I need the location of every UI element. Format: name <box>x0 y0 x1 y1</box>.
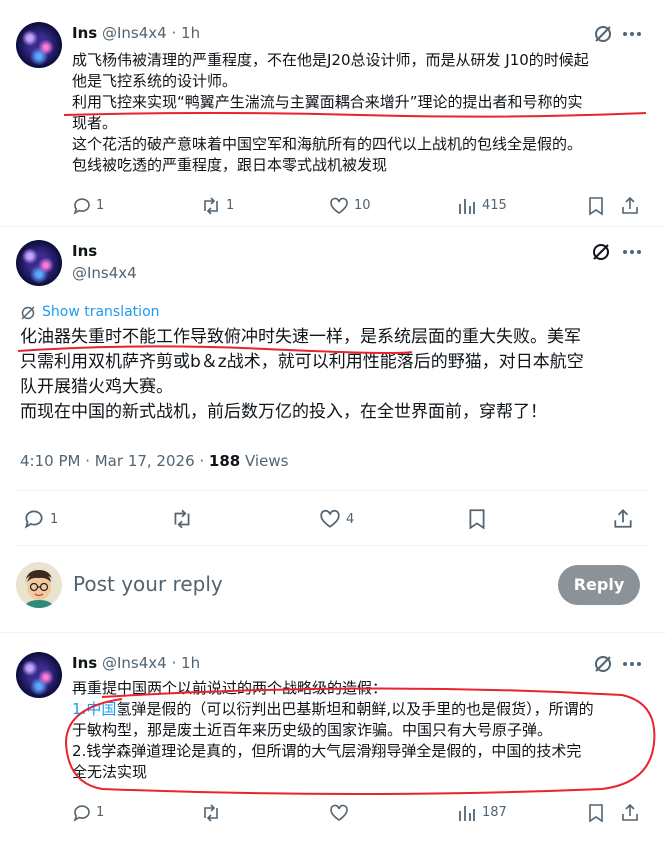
author-handle[interactable]: @Ins4x4 <box>72 264 137 282</box>
views-label: Views <box>240 452 289 470</box>
translate-icon[interactable] <box>20 305 36 321</box>
reply-count: 1 <box>96 198 105 213</box>
repost-count: 1 <box>226 198 235 213</box>
grok-icon[interactable] <box>591 242 611 262</box>
views-count: 188 <box>208 452 241 470</box>
red-underline-annotation <box>17 345 413 354</box>
views-icon[interactable] <box>458 803 476 823</box>
reply-icon[interactable] <box>72 803 92 823</box>
author-handle[interactable]: @Ins4x4 <box>102 654 167 672</box>
divider <box>0 632 666 633</box>
divider <box>16 490 650 491</box>
more-icon[interactable] <box>622 249 642 255</box>
like-count: 10 <box>354 198 371 213</box>
views-icon[interactable] <box>458 196 476 216</box>
bookmark-icon[interactable] <box>588 196 604 216</box>
like-icon[interactable] <box>329 196 349 216</box>
more-icon[interactable] <box>622 31 642 37</box>
avatar[interactable] <box>16 22 62 68</box>
avatar[interactable] <box>16 240 62 286</box>
reply-button[interactable]: Reply <box>558 565 640 605</box>
bookmark-icon[interactable] <box>588 803 604 823</box>
share-icon[interactable] <box>621 195 639 215</box>
like-icon[interactable] <box>329 803 349 823</box>
show-translation-link[interactable]: Show translation <box>42 304 160 320</box>
tweet-header: Ins @Ins4x4 · 1h <box>72 654 201 672</box>
share-icon[interactable] <box>621 802 639 822</box>
timestamp-text[interactable]: 4:10 PM · Mar 17, 2026 · <box>20 452 209 470</box>
views-count: 187 <box>482 805 507 820</box>
share-icon[interactable] <box>613 507 633 529</box>
avatar[interactable] <box>16 652 62 698</box>
repost-icon[interactable] <box>200 803 222 823</box>
reply-icon[interactable] <box>22 508 46 530</box>
grok-icon[interactable] <box>593 24 613 44</box>
grok-icon[interactable] <box>593 654 613 674</box>
reply-input[interactable]: Post your reply <box>73 572 223 596</box>
reply-count: 1 <box>96 805 105 820</box>
bookmark-icon[interactable] <box>468 508 486 530</box>
views-count: 415 <box>482 198 507 213</box>
reply-count: 1 <box>50 512 59 527</box>
divider <box>0 226 666 227</box>
like-count: 4 <box>346 512 355 527</box>
divider <box>16 545 650 546</box>
repost-icon[interactable] <box>200 196 222 216</box>
author-handle[interactable]: @Ins4x4 <box>102 24 167 42</box>
more-icon[interactable] <box>622 661 642 667</box>
tweet-header: Ins @Ins4x4 · 1h <box>72 24 201 42</box>
post-timestamp: 4:10 PM · Mar 17, 2026 · 188 Views <box>20 452 288 470</box>
red-underline-annotation <box>63 112 647 118</box>
post-time[interactable]: 1h <box>181 654 200 672</box>
red-circle-annotation <box>64 687 656 795</box>
author-name[interactable]: Ins <box>72 24 97 42</box>
author-name[interactable]: Ins <box>72 654 97 672</box>
reply-icon[interactable] <box>72 196 92 216</box>
post-time[interactable]: 1h <box>181 24 200 42</box>
like-icon[interactable] <box>318 508 342 530</box>
repost-icon[interactable] <box>170 508 194 530</box>
author-name[interactable]: Ins <box>72 242 97 260</box>
user-avatar[interactable] <box>16 562 62 608</box>
